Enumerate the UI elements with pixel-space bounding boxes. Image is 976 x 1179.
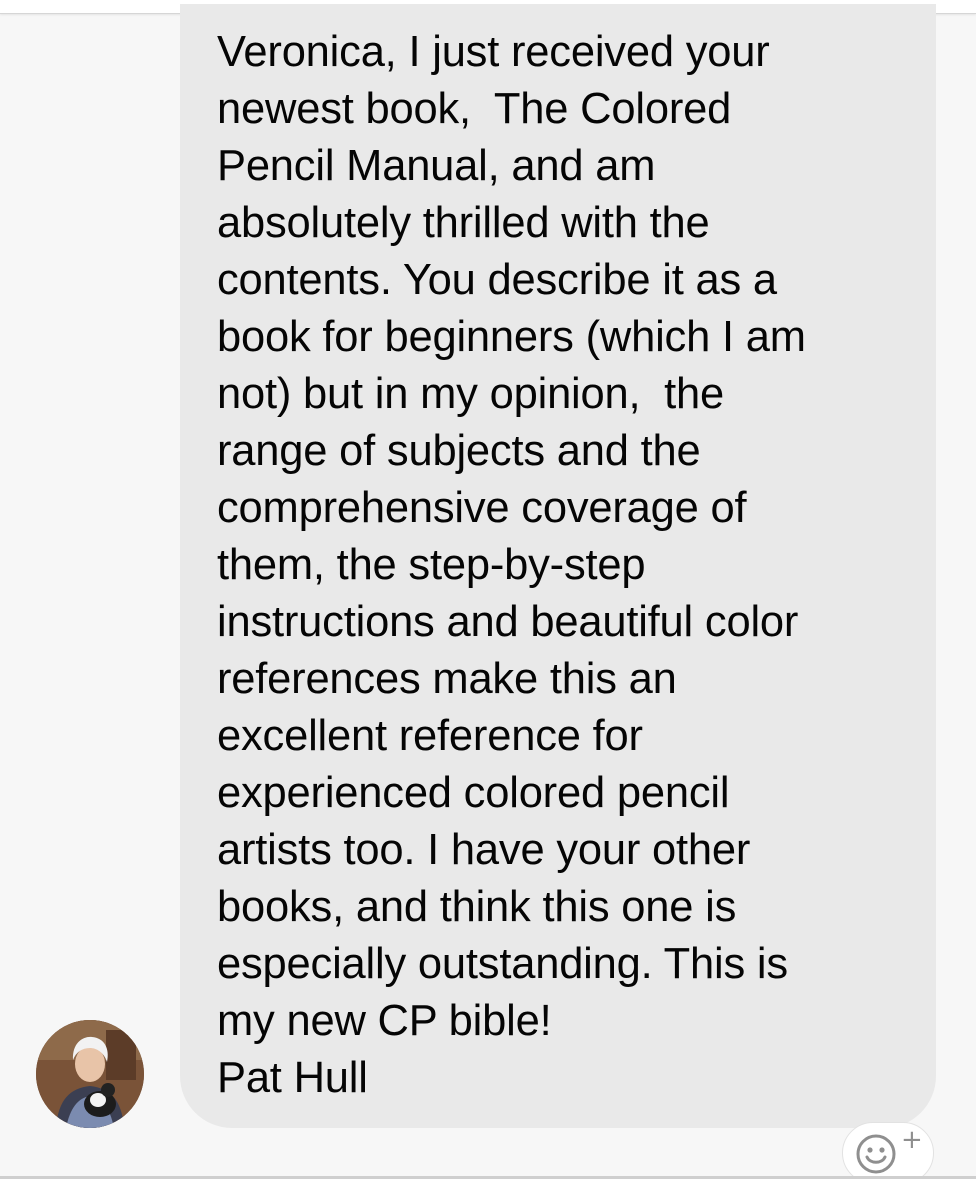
smiley-add-icon	[856, 1134, 896, 1174]
plus-icon: +	[901, 1125, 923, 1155]
message-bubble[interactable]: Veronica, I just received your newest bo…	[180, 4, 936, 1128]
chat-screen: Veronica, I just received your newest bo…	[0, 0, 976, 1179]
add-reaction-button[interactable]: +	[842, 1122, 934, 1179]
sender-avatar[interactable]	[36, 1020, 144, 1128]
profile-photo-icon	[36, 1020, 144, 1128]
message-text: Veronica, I just received your newest bo…	[217, 28, 806, 1102]
